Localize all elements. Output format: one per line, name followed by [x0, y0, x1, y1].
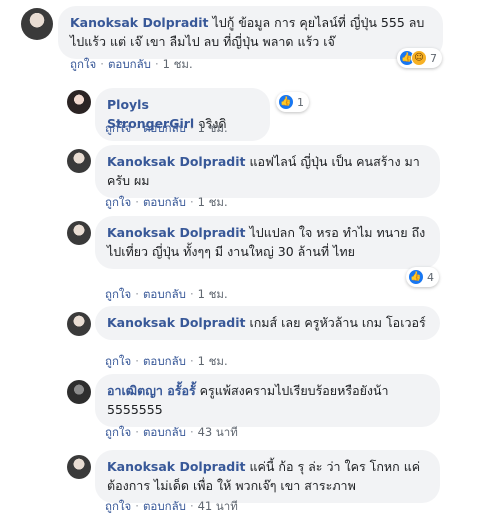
comment-time[interactable]: 43 นาที — [198, 425, 238, 439]
comment-actions: ถูกใจ · ตอบกลับ · 41 นาที — [105, 498, 238, 516]
separator: · — [189, 499, 194, 513]
comment-time[interactable]: 1 ชม. — [198, 195, 228, 209]
reply-link[interactable]: ตอบกลับ — [143, 287, 186, 301]
like-link[interactable]: ถูกใจ — [105, 425, 131, 439]
comment-author[interactable]: Kanoksak Dolpradit — [107, 315, 245, 330]
separator: · — [189, 354, 194, 368]
separator: · — [135, 499, 139, 513]
like-link[interactable]: ถูกใจ — [105, 354, 131, 368]
comment-text: เกมส์ เลย ครูหัวล้าน เกม โอเวอร์ — [249, 315, 426, 330]
like-link[interactable]: ถูกใจ — [105, 499, 131, 513]
comment-author[interactable]: อาเฒิตญา อรั้อรั้ — [107, 383, 196, 398]
separator: · — [189, 195, 194, 209]
haha-icon: ☺ — [411, 50, 427, 66]
comment-author[interactable]: Kanoksak Dolpradit — [107, 154, 245, 169]
separator: · — [135, 121, 139, 135]
comment-bubble: อาเฒิตญา อรั้อรั้ ครูแพ้สงครามไปเรียบร้อย… — [95, 374, 440, 427]
separator: · — [189, 121, 194, 135]
avatar[interactable] — [67, 455, 91, 479]
reply-link[interactable]: ตอบกลับ — [143, 195, 186, 209]
separator: · — [100, 57, 104, 71]
avatar[interactable] — [67, 312, 91, 336]
reaction-summary[interactable]: 👍 1 — [276, 92, 309, 112]
like-link[interactable]: ถูกใจ — [70, 57, 96, 71]
separator: · — [135, 425, 139, 439]
comment-actions: ถูกใจ · ตอบกลับ · 1 ชม. — [70, 56, 193, 74]
comment-time[interactable]: 1 ชม. — [163, 57, 193, 71]
like-link[interactable]: ถูกใจ — [105, 195, 131, 209]
comment-bubble: Kanoksak Dolpradit ไปแปลก ใจ หรอ ทำไม ทนา… — [95, 216, 440, 269]
comment-actions: ถูกใจ · ตอบกลับ · 1 ชม. — [105, 120, 228, 138]
comment-bubble: Kanoksak Dolpradit แค่นี้ ก้อ รุ ล่ะ ว่า … — [95, 450, 440, 503]
comment-author[interactable]: Kanoksak Dolpradit — [107, 225, 245, 240]
separator: · — [189, 287, 194, 301]
separator: · — [154, 57, 159, 71]
comment-bubble: Kanoksak Dolpradit เกมส์ เลย ครูหัวล้าน เ… — [95, 306, 440, 340]
separator: · — [135, 195, 139, 209]
separator: · — [135, 287, 139, 301]
reply-link[interactable]: ตอบกลับ — [143, 354, 186, 368]
avatar[interactable] — [67, 149, 91, 173]
comment-bubble: Kanoksak Dolpradit แอฟไลน์ ญี่ปุ่น เป็น ค… — [95, 145, 440, 198]
comment-actions: ถูกใจ · ตอบกลับ · 1 ชม. — [105, 194, 228, 212]
reaction-summary[interactable]: 👍 ☺ 7 — [397, 48, 442, 68]
reply-link[interactable]: ตอบกลับ — [108, 57, 151, 71]
reaction-count: 7 — [430, 51, 437, 65]
comment-time[interactable]: 1 ชม. — [198, 287, 228, 301]
comment-author[interactable]: Kanoksak Dolpradit — [70, 15, 208, 30]
reaction-summary[interactable]: 👍 4 — [406, 267, 439, 287]
reply-link[interactable]: ตอบกลับ — [143, 499, 186, 513]
comment-time[interactable]: 1 ชม. — [198, 121, 228, 135]
separator: · — [135, 354, 139, 368]
reaction-count: 1 — [297, 95, 304, 109]
like-icon: 👍 — [278, 94, 294, 110]
avatar[interactable] — [67, 221, 91, 245]
comment-actions: ถูกใจ · ตอบกลับ · 1 ชม. — [105, 286, 228, 304]
like-link[interactable]: ถูกใจ — [105, 121, 131, 135]
comment-time[interactable]: 41 นาที — [198, 499, 238, 513]
like-icon: 👍 — [408, 269, 424, 285]
comment-time[interactable]: 1 ชม. — [198, 354, 228, 368]
avatar[interactable] — [67, 90, 91, 114]
like-link[interactable]: ถูกใจ — [105, 287, 131, 301]
avatar[interactable] — [67, 380, 91, 404]
comment-actions: ถูกใจ · ตอบกลับ · 43 นาที — [105, 424, 238, 442]
reaction-count: 4 — [427, 270, 434, 284]
separator: · — [189, 425, 194, 439]
comment-actions: ถูกใจ · ตอบกลับ · 1 ชม. — [105, 353, 228, 371]
reply-link[interactable]: ตอบกลับ — [143, 425, 186, 439]
avatar[interactable] — [21, 8, 53, 40]
reply-link[interactable]: ตอบกลับ — [143, 121, 186, 135]
comment-bubble: Kanoksak Dolpradit ไปกู้ ข้อมูล การ คุยไล… — [58, 6, 443, 59]
comment-author[interactable]: Kanoksak Dolpradit — [107, 459, 245, 474]
